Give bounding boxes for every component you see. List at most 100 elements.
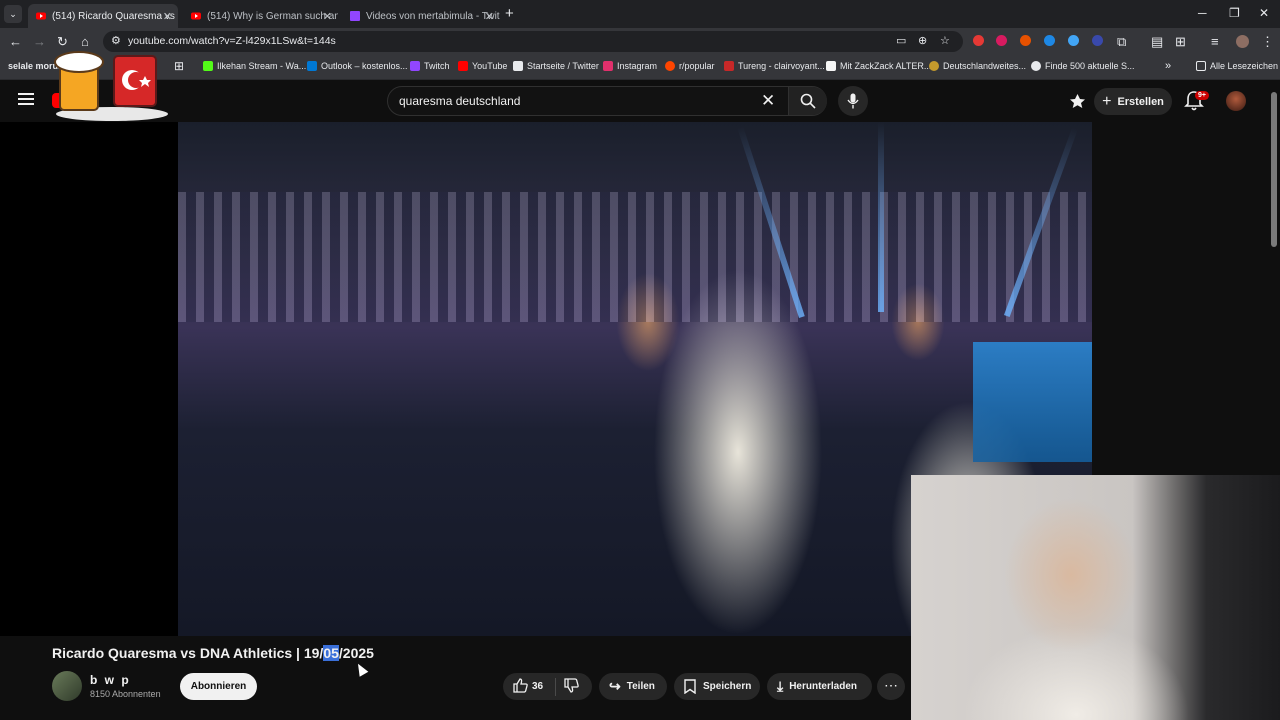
download-label: Herunterladen (789, 681, 857, 692)
maximize-icon[interactable]: ❐ (1229, 6, 1240, 20)
close-tab-icon[interactable]: ✕ (485, 10, 494, 23)
bookmarks-overflow-icon[interactable]: » (1165, 60, 1171, 72)
share-arrow-icon: ↪ (609, 678, 621, 694)
like-count[interactable]: 36 (532, 681, 543, 692)
close-window-icon[interactable]: ✕ (1259, 6, 1269, 20)
bookmark-label: Outlook – kostenlos... (321, 61, 408, 71)
close-tab-icon[interactable]: ✕ (323, 10, 332, 23)
tab-search-chevron-icon[interactable]: ⌄ (4, 5, 22, 23)
minimize-icon[interactable]: ─ (1198, 6, 1207, 20)
save-label: Speichern (703, 681, 752, 692)
reading-list-icon[interactable]: ▤ (1151, 34, 1163, 50)
close-tab-icon[interactable]: ✕ (163, 10, 172, 23)
twitch-favicon-icon (350, 11, 360, 21)
extension-wave-icon[interactable] (1092, 35, 1103, 46)
create-label: Erstellen (1117, 95, 1164, 108)
bookmark-twitter[interactable]: Startseite / Twitter (513, 61, 599, 71)
search-query-text[interactable]: quaresma deutschland (399, 94, 520, 108)
video-player[interactable] (0, 122, 1092, 636)
stage-light-beam (878, 122, 884, 312)
bookmark-label: YouTube (472, 61, 508, 71)
bookmark-label: Tureng - clairvoyant... (738, 61, 825, 71)
more-actions-button[interactable]: ⋯ (877, 673, 905, 700)
bookmark-reddit[interactable]: r/popular (665, 61, 715, 71)
bookmark-label: Mit ZackZack ALTER... (840, 61, 932, 71)
search-input[interactable]: quaresma deutschland ✕ (387, 86, 827, 116)
bookmark-outlook[interactable]: Outlook – kostenlos... (307, 61, 408, 71)
extension-blue-icon[interactable] (1044, 35, 1055, 46)
tab-title: (514) Why is German such an A (207, 10, 338, 22)
youtube-masthead: quaresma deutschland ✕ + Erstellen (0, 80, 1280, 122)
extensions-puzzle-icon[interactable]: ⧉ (1117, 34, 1126, 50)
browser-tab-strip: ⌄ (514) Ricardo Quaresma vs 🔈 ✕ (514) Wh… (0, 0, 1280, 28)
new-tab-icon[interactable]: + (505, 5, 514, 22)
channel-avatar[interactable] (52, 671, 82, 701)
subscribe-button[interactable]: Abonnieren (180, 673, 257, 700)
microphone-icon (847, 93, 859, 109)
back-icon[interactable]: ← (9, 34, 22, 49)
like-dislike-divider (555, 677, 557, 696)
omnibox[interactable]: ⚙ youtube.com/watch?v=Z-l429x1LSw&t=144s… (103, 31, 963, 52)
dislike-button[interactable] (564, 677, 579, 696)
tab-search-icon[interactable]: ⊞ (1175, 34, 1186, 50)
bookmark-ilkehan-stream[interactable]: Ilkehan Stream - Wa... (203, 61, 306, 71)
zoom-icon[interactable]: ⊕ (918, 34, 927, 47)
bookmark-all-folder[interactable]: Alle Lesezeichen (1196, 61, 1278, 71)
tab-title: Videos von mertabimula - Twit (366, 10, 500, 22)
bookmark-deutschlandweites[interactable]: Deutschlandweites... (929, 61, 1026, 71)
bookmark-instagram[interactable]: Instagram (603, 61, 657, 71)
live-broadcast-icon[interactable] (1069, 93, 1086, 109)
like-button[interactable] (513, 677, 528, 696)
bookmark-star-icon[interactable]: ☆ (940, 34, 950, 47)
hamburger-menu-icon[interactable] (18, 93, 34, 105)
video-title-part: Ricardo Quaresma vs DNA Athletics | 19/ (52, 645, 324, 661)
reddit-favicon-icon (665, 61, 675, 71)
extension-shield-icon[interactable] (1068, 35, 1079, 46)
media-controls-icon[interactable]: ≡ (1211, 34, 1219, 49)
bookmark-twitch[interactable]: Twitch (410, 61, 450, 71)
apps-grid-icon[interactable]: ⊞ (174, 59, 184, 73)
tab-twitch-videos[interactable]: Videos von mertabimula - Twit ✕ (342, 4, 500, 28)
kick-favicon-icon (203, 61, 213, 71)
bookmark-finde-500[interactable]: Finde 500 aktuelle S... (1031, 61, 1135, 71)
streamer-webcam (911, 475, 1280, 720)
search-button[interactable] (788, 87, 827, 115)
download-button[interactable]: ⤓ Herunterladen (767, 673, 872, 700)
browser-menu-icon[interactable]: ⋮ (1261, 34, 1274, 50)
download-icon: ⤓ (777, 678, 784, 694)
voice-search-button[interactable] (838, 86, 868, 116)
address-bar-row: ← → ↻ ⌂ ⚙ youtube.com/watch?v=Z-l429x1LS… (0, 28, 1280, 55)
extension-red-icon[interactable] (996, 35, 1007, 46)
save-button[interactable]: Speichern (674, 673, 760, 700)
arena-screen (973, 342, 1092, 462)
extension-fox-icon[interactable] (1020, 35, 1031, 46)
bookmark-label: Ilkehan Stream - Wa... (217, 61, 307, 71)
create-button[interactable]: + Erstellen (1094, 88, 1172, 115)
bookmarks-bar: selale moruk ⊞ Ilkehan Stream - Wa... Ou… (0, 55, 1280, 80)
tab-title: (514) Ricardo Quaresma vs (52, 10, 175, 22)
cast-icon[interactable]: ▭ (896, 34, 906, 47)
clear-search-icon[interactable]: ✕ (761, 91, 775, 111)
extension-record-icon[interactable] (973, 35, 984, 46)
bookmark-tureng[interactable]: Tureng - clairvoyant... (724, 61, 825, 71)
x-favicon-icon (513, 61, 523, 71)
search-icon (800, 93, 816, 109)
account-avatar[interactable] (1226, 91, 1246, 111)
bookmark-label: Instagram (617, 61, 658, 71)
page-scrollbar[interactable] (1271, 92, 1277, 247)
folder-icon (1196, 61, 1206, 71)
profile-avatar-icon[interactable] (1236, 35, 1249, 48)
bookmark-youtube[interactable]: YouTube (458, 61, 507, 71)
tab-ricardo-quaresma[interactable]: (514) Ricardo Quaresma vs 🔈 ✕ (28, 4, 178, 28)
bookmark-zackzack[interactable]: Mit ZackZack ALTER... (826, 61, 931, 71)
share-label: Teilen (626, 681, 655, 692)
forward-icon[interactable]: → (33, 34, 46, 49)
outlook-favicon-icon (307, 61, 317, 71)
share-button[interactable]: ↪ Teilen (599, 673, 667, 700)
channel-name[interactable]: b w p (90, 673, 131, 687)
plus-icon: + (1102, 92, 1112, 110)
tab-german-video[interactable]: (514) Why is German such an A ✕ (183, 4, 338, 28)
stadium-crowd (178, 192, 1092, 322)
instagram-favicon-icon (603, 61, 613, 71)
thumbs-down-icon (564, 677, 579, 693)
